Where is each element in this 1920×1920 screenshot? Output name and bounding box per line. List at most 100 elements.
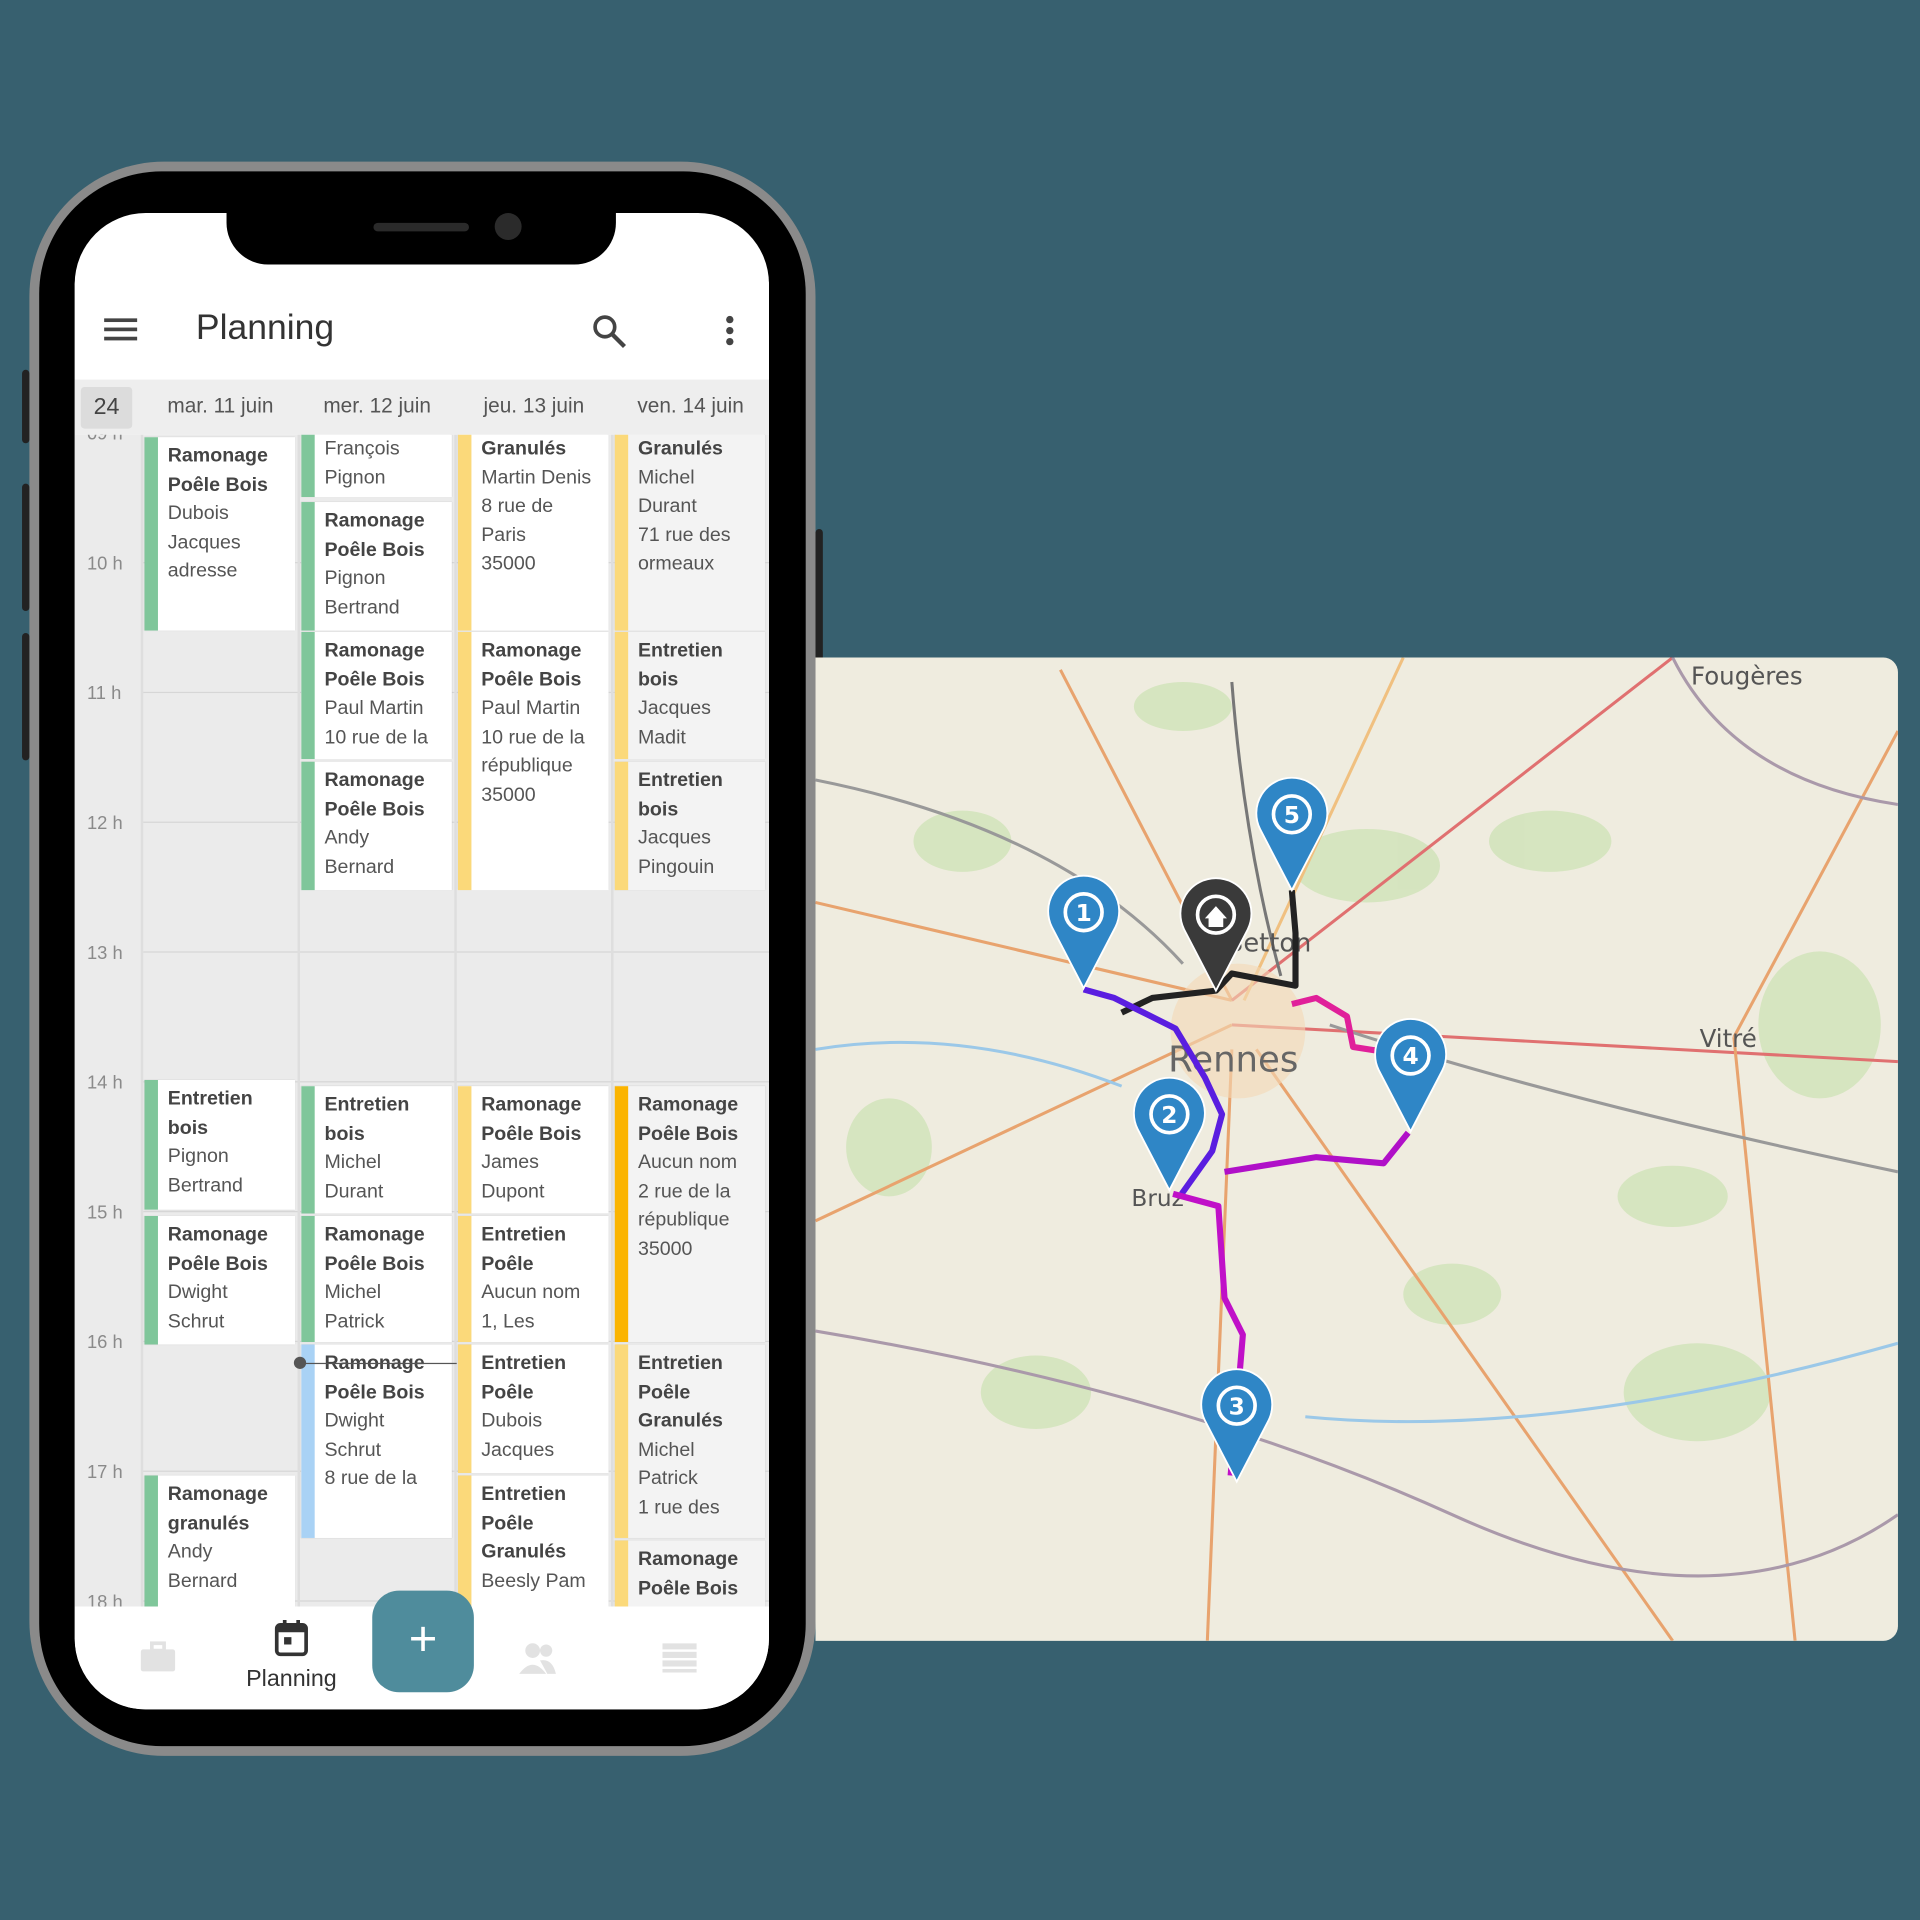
event-status-bar (301, 434, 315, 498)
event-title: Ramonage (324, 1224, 425, 1246)
calendar-event[interactable]: Ramonage Poêle Bois Dubois Jacques adresse (144, 437, 296, 631)
event-status-bar (144, 1215, 158, 1345)
hour-label: 10 h (86, 553, 123, 575)
event-status-bar (614, 631, 629, 760)
event-text: Ramonage Poêle Bois Dwight Schrut (168, 1221, 293, 1336)
event-status-bar (301, 1086, 315, 1214)
calendar-event[interactable]: Entretien Poêle Dubois Jacques (457, 1344, 609, 1474)
calendar-event[interactable]: Entretien bois Jacques Pingouin (614, 761, 766, 891)
briefcase-icon (140, 1641, 176, 1672)
more-options-icon[interactable] (724, 313, 736, 350)
event-text: Ramonage Poêle Bois James Dupont (481, 1091, 606, 1206)
calendar-event[interactable]: Entretien Poêle Granulés Beesly Pam (457, 1475, 609, 1607)
event-title: Ramonage (637, 1094, 739, 1116)
nav-item-list[interactable] (618, 1643, 740, 1679)
event-detail: Pignon (167, 1146, 229, 1167)
event-detail: Dupont (481, 1181, 545, 1202)
calendar-event[interactable]: François Pignon (301, 434, 452, 498)
map-canvas[interactable]: Fougères Vitré Rennes Betton Bruz 1 2 3 … (815, 657, 1898, 1641)
event-text: Ramonage Poêle Bois Paul Martin 10 rue de l… (481, 637, 606, 810)
calendar-event[interactable]: Entretien bois Pignon Bertrand (144, 1080, 296, 1210)
phone-camera (494, 213, 522, 241)
calendar-event[interactable]: Ramonage Poêle Bois Dwight Schrut 8 rue de l… (301, 1344, 452, 1538)
page-title: Planning (195, 308, 335, 348)
volume-up-button (22, 483, 30, 612)
place-label: Bruz (1131, 1185, 1183, 1212)
phone-notch (226, 213, 616, 265)
volume-down-button (22, 633, 30, 761)
day-header[interactable]: jeu. 13 juin (457, 394, 611, 418)
calendar-event[interactable]: Ramonage Poêle Bois James Dupont (457, 1086, 609, 1214)
event-detail: 10 rue de la (481, 726, 585, 748)
event-detail: Schrut (324, 1439, 382, 1461)
event-detail: Michel (637, 467, 695, 488)
calendar-event[interactable]: Ramonage Poêle Bois Paul Martin 10 rue de l… (457, 631, 609, 891)
calendar-event[interactable]: Ramonage Poêle Bois Paul Martin 10 rue de l… (301, 631, 452, 760)
event-detail: Madit (637, 726, 686, 748)
hour-label: 16 h (86, 1332, 123, 1354)
day-header[interactable]: mar. 11 juin (143, 394, 297, 418)
calendar-event[interactable]: Granulés Martin Denis 8 rue de Paris 35000 (457, 434, 609, 631)
event-title: Poêle Bois (167, 474, 268, 496)
event-text: Entretien Poêle Aucun nom 1, Les (481, 1221, 606, 1336)
event-detail: Michel (324, 1152, 382, 1174)
hour-label: 14 h (86, 1072, 123, 1094)
day-header[interactable]: ven. 14 juin (613, 394, 767, 418)
week-number[interactable]: 24 (80, 386, 133, 429)
calendar-event[interactable]: Entretien bois Jacques Madit (614, 631, 766, 760)
calendar-event[interactable]: Ramonage Poêle Bois Andy Bernard (301, 761, 452, 891)
event-text: Granulés Martin Denis 8 rue de Paris 35000 (481, 435, 606, 579)
event-status-bar (144, 1080, 158, 1210)
search-icon[interactable] (591, 313, 628, 350)
pin-number: 1 (1076, 900, 1092, 927)
route-segment (1224, 1130, 1411, 1175)
event-detail: Durant (324, 1181, 384, 1202)
day-header[interactable]: mer. 12 juin (300, 394, 454, 418)
calendar-event[interactable]: Ramonage granulés Andy Bernard (144, 1475, 296, 1607)
calendar-event[interactable]: Ramonage Poêle Bois Pignon Bertrand (301, 502, 452, 631)
nav-item-clients[interactable] (476, 1641, 598, 1681)
route-map[interactable]: Fougères Vitré Rennes Betton Bruz 1 2 3 … (815, 657, 1898, 1641)
calendar-event[interactable]: Granulés Michel Durant 71 rue des ormeaux (614, 434, 766, 631)
calendar-event[interactable]: Entretien Poêle Aucun nom 1, Les (457, 1215, 609, 1343)
event-title: Poêle Bois (637, 1577, 739, 1599)
event-detail: Durant (637, 495, 697, 517)
nav-item-jobs[interactable] (97, 1641, 219, 1679)
calendar-grid[interactable]: 09 h 10 h 11 h 12 h 13 h 14 h 15 h 16 h 17 h 18 h… (74, 434, 769, 1607)
hour-label: 17 h (86, 1462, 123, 1483)
event-title: Ramonage (481, 640, 582, 662)
event-detail: Jacques (481, 1439, 555, 1461)
route-pin[interactable]: 4 (1374, 1018, 1447, 1134)
calendar-event[interactable]: Ramonage Poêle Bois Dwight Schrut (144, 1215, 296, 1345)
route-pin[interactable]: 3 (1200, 1368, 1274, 1484)
event-text: Granulés Michel Durant 71 rue des ormeaux (638, 435, 763, 579)
people-icon (519, 1643, 556, 1674)
calendar-icon (274, 1620, 308, 1657)
event-title: Poêle (481, 1381, 534, 1403)
calendar-event[interactable]: Entretien bois Michel Durant (301, 1086, 452, 1214)
calendar-event[interactable]: Ramonage Poêle Bois Michel Patrick (301, 1215, 452, 1343)
calendar-event[interactable]: Ramonage Poêle Bois (614, 1540, 766, 1607)
event-title: Poêle Bois (324, 1381, 425, 1403)
event-detail: Paris (481, 524, 526, 546)
calendar-event[interactable]: Entretien Poêle Granulés Michel Patrick 1 rue… (614, 1344, 766, 1538)
event-detail: Jacques (167, 532, 241, 553)
event-status-bar (614, 434, 629, 631)
event-status-bar (614, 1540, 629, 1607)
nav-label: Planning (246, 1666, 337, 1693)
add-button[interactable]: + (372, 1590, 474, 1693)
nav-item-planning[interactable]: Planning (230, 1619, 352, 1694)
event-detail: Bertrand (167, 1174, 243, 1196)
event-detail: Jacques (637, 697, 711, 719)
event-title: Ramonage (324, 640, 425, 662)
hour-label: 11 h (86, 683, 122, 705)
event-detail: 1 rue des (637, 1496, 720, 1518)
list-icon (662, 1643, 697, 1673)
day-column-divider (611, 434, 614, 1607)
map-roads (815, 657, 1898, 1641)
calendar-event[interactable]: Ramonage Poêle Bois Aucun nom 2 rue de la ré… (614, 1086, 766, 1343)
app-bar: Planning (74, 281, 769, 380)
menu-icon[interactable] (104, 316, 138, 343)
event-detail: république (637, 1209, 730, 1231)
event-title: bois (167, 1117, 209, 1139)
